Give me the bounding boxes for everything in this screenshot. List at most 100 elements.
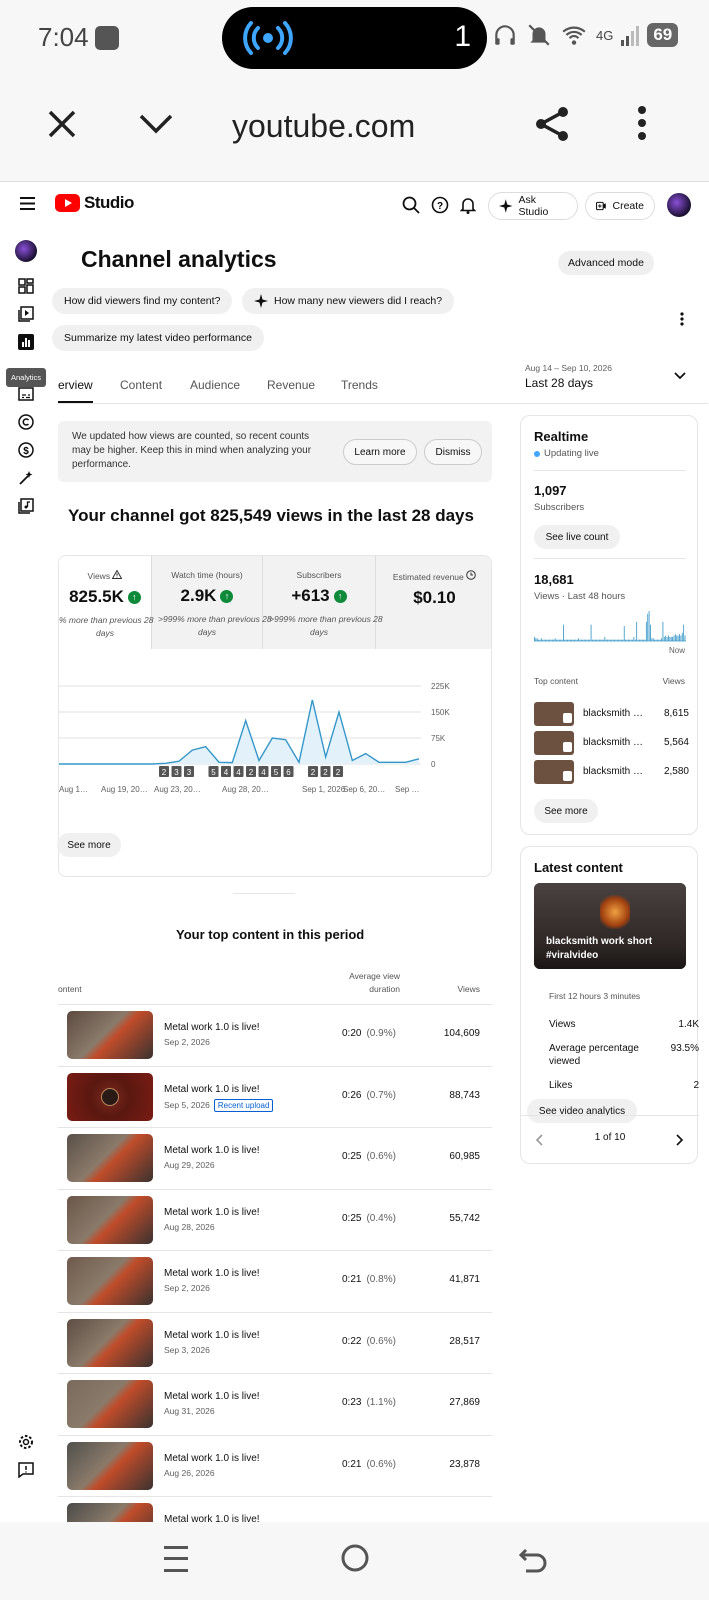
realtime-item[interactable]: blacksmith … 8,615 — [534, 702, 689, 726]
back-icon[interactable] — [518, 1544, 548, 1574]
table-row[interactable]: Metal work 1.0 is live! Aug 29, 2026 0:25(… — [58, 1127, 492, 1189]
video-thumbnail[interactable] — [67, 1195, 153, 1244]
video-marker[interactable]: 2 — [246, 766, 256, 777]
chevron-down-icon[interactable] — [674, 372, 686, 380]
more-vert-icon[interactable] — [637, 105, 647, 141]
tab-content[interactable]: Content — [120, 378, 162, 392]
studio-logo[interactable]: Studio — [55, 193, 134, 213]
tab-overview[interactable]: erview — [58, 378, 93, 403]
metric-views[interactable]: Views 825.5K ↑ % more than previous 28 da… — [59, 556, 154, 649]
table-row[interactable]: Metal work 1.0 is live! Sep 2, 2026 0:20 (0… — [58, 1004, 492, 1066]
advanced-mode-button[interactable]: Advanced mode — [558, 251, 654, 275]
close-icon[interactable] — [46, 108, 78, 140]
notifications-icon[interactable] — [460, 196, 476, 214]
content-icon[interactable] — [16, 304, 36, 324]
video-marker[interactable]: 6 — [283, 766, 294, 777]
tab-revenue[interactable]: Revenue — [267, 378, 315, 392]
create-button[interactable]: Create — [585, 192, 655, 220]
table-row[interactable]: Metal work 1.0 is live! Sep 2, 2026 0:21 (0… — [58, 1250, 492, 1312]
video-marker[interactable]: 5 — [208, 766, 219, 777]
metric-revenue[interactable]: Estimated revenue $0.10 — [376, 556, 491, 649]
realtime-item[interactable]: blacksmith … 2,580 — [534, 760, 689, 784]
video-thumbnail[interactable] — [67, 1318, 153, 1367]
table-row[interactable]: Metal work 1.0 is live! Aug 28, 2026 0:25(… — [58, 1188, 492, 1251]
video-marker[interactable]: 2 — [159, 766, 169, 777]
video-marker[interactable]: 2 — [333, 766, 343, 777]
see-live-count-button[interactable]: See live count — [534, 525, 620, 549]
network-type: 4G — [596, 27, 614, 43]
video-marker[interactable]: 4 — [221, 766, 231, 777]
video-marker[interactable]: 3 — [184, 766, 194, 777]
video-title[interactable]: Metal work 1.0 is live! — [164, 1084, 260, 1095]
table-row[interactable]: Metal work 1.0 is live! Aug 26, 2026 0:21(… — [58, 1434, 492, 1497]
chevron-down-icon[interactable] — [138, 112, 174, 136]
video-title[interactable]: Metal work 1.0 is live! — [164, 1453, 260, 1464]
audio-library-icon[interactable] — [16, 496, 36, 516]
video-thumbnail[interactable] — [67, 1441, 153, 1490]
video-marker[interactable]: 2 — [320, 766, 331, 777]
metric-watch-time[interactable]: Watch time (hours) 2.9K ↑ >999% more than… — [152, 556, 272, 649]
help-icon[interactable]: ? — [431, 196, 449, 214]
avatar[interactable] — [667, 193, 691, 217]
live-activity-pill[interactable]: 1 — [222, 7, 487, 69]
video-thumbnail[interactable] — [67, 1134, 153, 1182]
tab-audience[interactable]: Audience — [190, 378, 240, 392]
sparkle-icon — [254, 294, 268, 308]
search-icon[interactable] — [402, 196, 420, 214]
subtitles-icon[interactable] — [16, 384, 36, 404]
chevron-right-icon[interactable] — [676, 1134, 684, 1146]
video-title[interactable]: Metal work 1.0 is live! — [164, 1207, 260, 1218]
see-more-button[interactable]: See more — [57, 833, 121, 857]
copyright-icon[interactable] — [16, 412, 36, 432]
video-title[interactable]: Metal work 1.0 is live! — [164, 1022, 260, 1033]
channel-avatar[interactable] — [15, 240, 37, 262]
learn-more-button[interactable]: Learn more — [343, 439, 417, 465]
prompt-chip-new-viewers[interactable]: How many new viewers did I reach? — [242, 288, 455, 314]
video-thumbnail[interactable] — [67, 1257, 153, 1305]
more-options-icon[interactable] — [680, 312, 684, 331]
tab-trends[interactable]: Trends — [341, 378, 378, 392]
dashboard-icon[interactable] — [16, 276, 36, 296]
table-row[interactable]: Metal work 1.0 is live! Sep 3, 2026 0:22 (0… — [58, 1311, 492, 1374]
url-text[interactable]: youtube.com — [232, 108, 415, 145]
realtime-bar — [648, 611, 650, 641]
prompt-chip-summarize[interactable]: Summarize my latest video performance — [52, 325, 264, 351]
video-marker[interactable]: 4 — [258, 766, 269, 777]
recent-apps-icon[interactable] — [162, 1544, 190, 1574]
video-title[interactable]: Metal work 1.0 is live! — [164, 1268, 260, 1279]
video-title[interactable]: Metal work 1.0 is live! — [164, 1391, 260, 1402]
share-icon[interactable] — [532, 104, 572, 144]
svg-text:2: 2 — [336, 768, 341, 777]
video-marker[interactable]: 5 — [271, 766, 281, 777]
settings-icon[interactable] — [16, 1432, 36, 1452]
video-marker[interactable]: 2 — [308, 766, 318, 777]
realtime-bar — [615, 639, 617, 641]
video-thumbnail[interactable] — [67, 1011, 153, 1059]
table-row[interactable]: Metal work 1.0 is live! Aug 31, 2026 0:23(… — [58, 1373, 492, 1435]
ask-studio-button[interactable]: Ask Studio — [488, 192, 578, 220]
latest-video-thumbnail[interactable]: blacksmith work short #viralvideo — [534, 883, 686, 969]
table-row[interactable]: Metal work 1.0 is live! Sep 5, 2026 Recent… — [58, 1065, 492, 1128]
video-title[interactable]: Metal work 1.0 is live! — [164, 1330, 260, 1341]
see-video-analytics-button[interactable]: See video analytics — [527, 1099, 637, 1123]
menu-icon[interactable] — [20, 197, 35, 210]
video-title[interactable]: Metal work 1.0 is live! — [164, 1145, 260, 1156]
video-marker[interactable]: 4 — [233, 766, 244, 777]
metric-subscribers[interactable]: Subscribers +613 ↑ >999% more than previo… — [263, 556, 383, 649]
video-thumbnail[interactable] — [67, 1380, 153, 1428]
earn-icon[interactable]: $ — [16, 440, 36, 460]
realtime-item[interactable]: blacksmith … 5,564 — [534, 731, 689, 755]
prompt-chip-viewers-find[interactable]: How did viewers find my content? — [52, 288, 233, 314]
see-more-button[interactable]: See more — [534, 799, 598, 823]
customization-icon[interactable] — [16, 468, 36, 488]
realtime-bar — [579, 639, 581, 641]
realtime-bar — [610, 639, 611, 641]
feedback-icon[interactable] — [16, 1460, 36, 1480]
date-range-selector[interactable]: Aug 14 – Sep 10, 2026 Last 28 days — [525, 363, 612, 390]
video-thumbnail[interactable] — [67, 1072, 153, 1121]
analytics-icon[interactable] — [16, 332, 36, 352]
dismiss-button[interactable]: Dismiss — [424, 439, 482, 465]
home-icon[interactable] — [340, 1543, 370, 1573]
video-marker[interactable]: 3 — [171, 766, 182, 777]
realtime-bar — [643, 639, 644, 641]
